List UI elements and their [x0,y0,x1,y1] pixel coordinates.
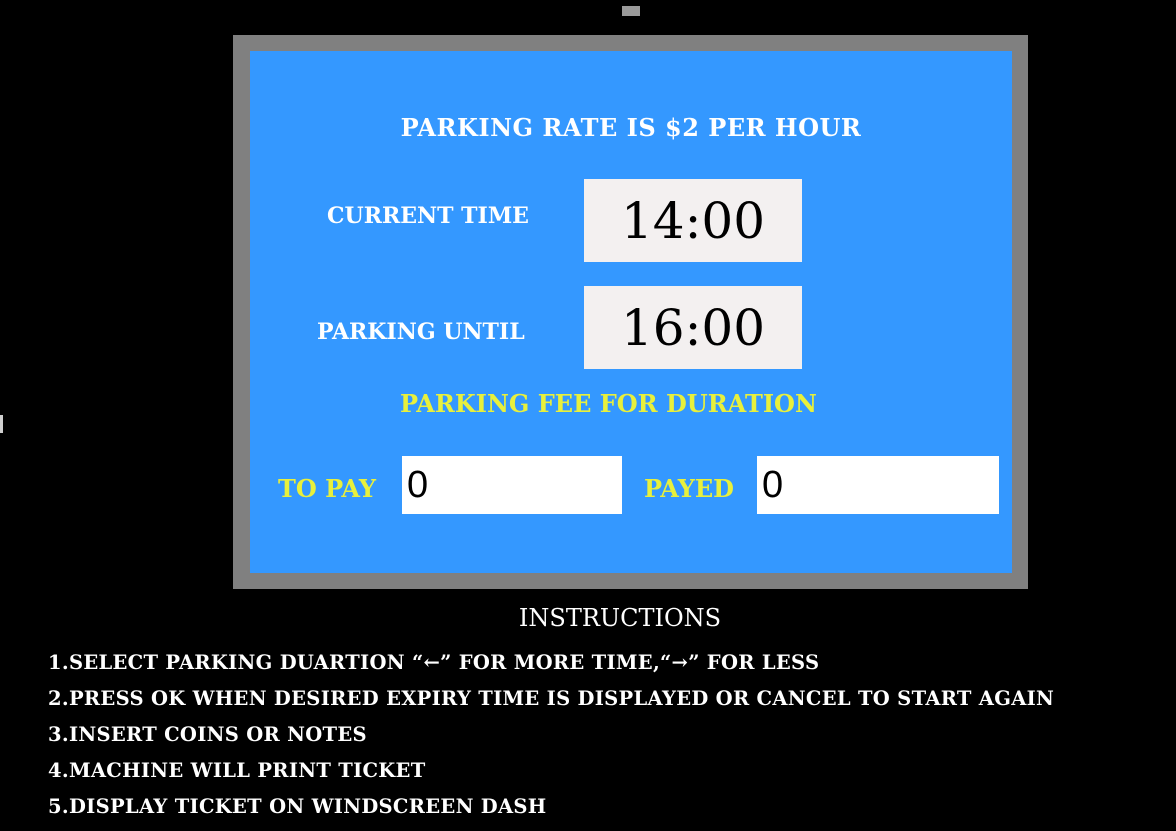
parking-rate-title: PARKING RATE IS $2 PER HOUR [400,113,862,142]
instruction-item: 5.DISPLAY TICKET ON WINDSCREEN DASH [48,795,547,818]
parking-until-label: PARKING UNTIL [317,319,525,345]
parking-screen: PARKING RATE IS $2 PER HOUR CURRENT TIME… [250,51,1012,573]
instruction-item: 4.MACHINE WILL PRINT TICKET [48,759,426,782]
current-time-label: CURRENT TIME [327,203,529,229]
parking-until-display[interactable]: 16:00 [584,286,802,369]
instruction-item: 1.SELECT PARKING DUARTION “←” FOR MORE T… [48,651,820,674]
left-edge-tick [0,415,3,433]
top-notch [622,6,640,16]
payed-field: 0 [757,456,999,514]
parking-fee-title: PARKING FEE FOR DURATION [400,389,817,418]
current-time-display: 14:00 [584,179,802,262]
to-pay-label: TO PAY [278,474,376,503]
instructions-list: 1.SELECT PARKING DUARTION “←” FOR MORE T… [48,650,1054,830]
instruction-item: 3.INSERT COINS OR NOTES [48,723,367,746]
payed-label: PAYED [644,474,734,503]
to-pay-field: 0 [402,456,622,514]
instruction-item: 2.PRESS OK WHEN DESIRED EXPIRY TIME IS D… [48,687,1055,710]
instructions-title: INSTRUCTIONS [518,604,722,632]
